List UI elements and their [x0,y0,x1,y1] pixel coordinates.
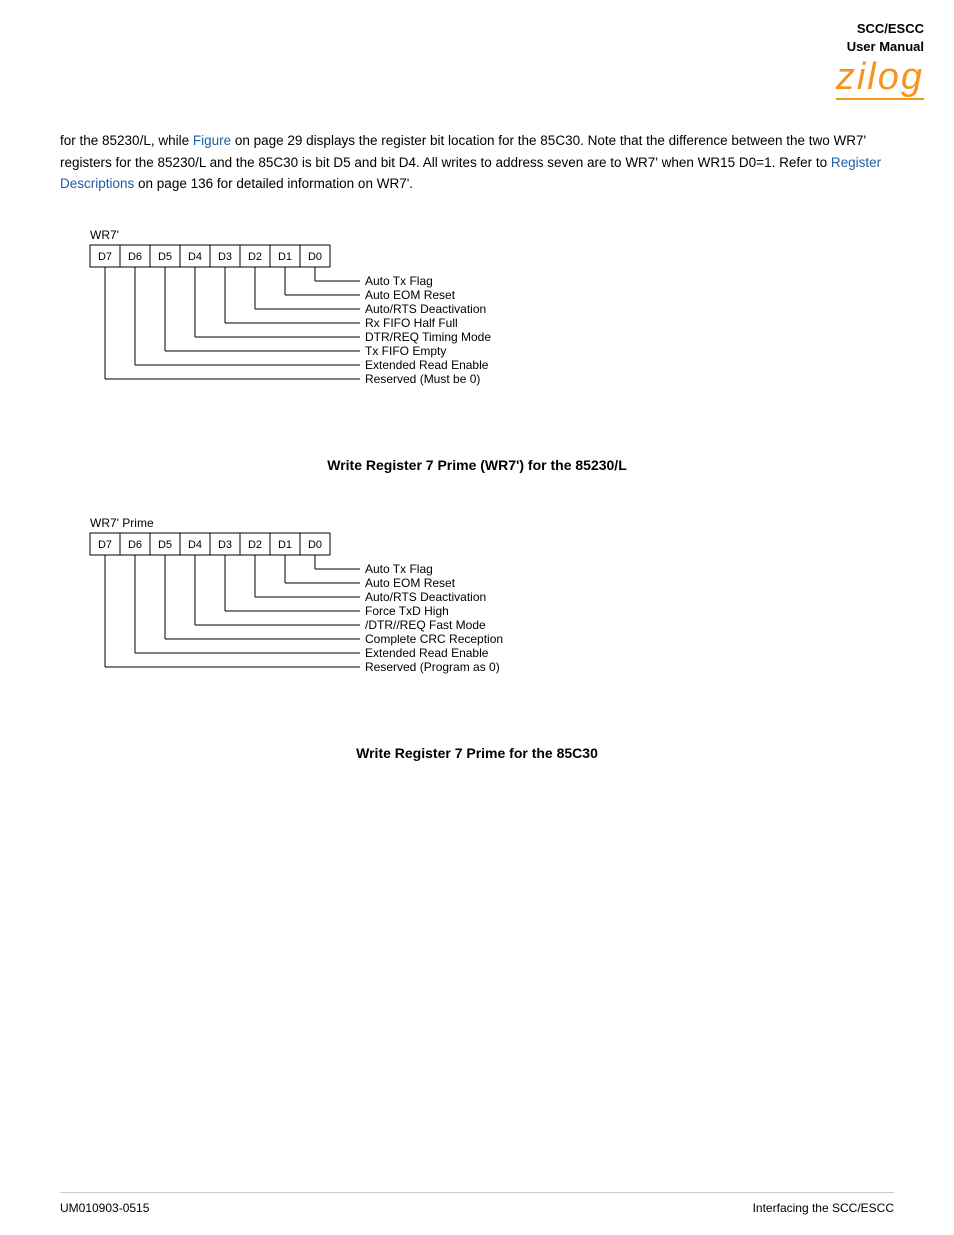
main-content: for the 85230/L, while Figure on page 29… [60,130,894,801]
svg-text:D3: D3 [218,539,232,551]
diagram2-caption: Write Register 7 Prime for the 85C30 [60,745,894,761]
svg-text:Auto EOM Reset: Auto EOM Reset [365,288,456,302]
diagram1-section: WR7' D7 D6 D5 D4 D3 [60,225,894,473]
page-header: SCC/ESCC User Manual zilog [836,20,924,100]
svg-text:Auto/RTS Deactivation: Auto/RTS Deactivation [365,302,486,316]
svg-text:Force TxD High: Force TxD High [365,604,449,618]
svg-text:D7: D7 [98,251,112,263]
svg-text:Auto EOM Reset: Auto EOM Reset [365,576,456,590]
svg-text:D6: D6 [128,251,142,263]
diagram1-wrapper: WR7' D7 D6 D5 D4 D3 [80,225,894,445]
manual-title: SCC/ESCC User Manual [836,20,924,56]
svg-text:WR7' Prime: WR7' Prime [90,516,154,530]
figure-link[interactable]: Figure [193,133,231,148]
svg-text:Complete CRC Reception: Complete CRC Reception [365,632,503,646]
svg-text:/DTR//REQ Fast Mode: /DTR//REQ Fast Mode [365,618,486,632]
svg-text:Auto/RTS Deactivation: Auto/RTS Deactivation [365,590,486,604]
svg-text:D1: D1 [278,251,292,263]
svg-text:Reserved (Program as 0): Reserved (Program as 0) [365,660,500,674]
svg-text:Auto Tx Flag: Auto Tx Flag [365,562,433,576]
diagram1-caption: Write Register 7 Prime (WR7') for the 85… [60,457,894,473]
zilog-logo: zilog [836,58,924,96]
svg-text:D2: D2 [248,539,262,551]
svg-text:Rx FIFO Half Full: Rx FIFO Half Full [365,316,458,330]
footer-left: UM010903-0515 [60,1201,149,1215]
diagram1-svg: WR7' D7 D6 D5 D4 D3 [80,225,660,435]
svg-text:D7: D7 [98,539,112,551]
svg-text:Tx FIFO Empty: Tx FIFO Empty [365,344,446,358]
header-divider [836,98,924,100]
svg-text:Extended Read Enable: Extended Read Enable [365,358,489,372]
page-footer: UM010903-0515 Interfacing the SCC/ESCC [60,1192,894,1215]
footer-right: Interfacing the SCC/ESCC [753,1201,894,1215]
svg-text:D1: D1 [278,539,292,551]
svg-text:D2: D2 [248,251,262,263]
svg-text:DTR/REQ Timing Mode: DTR/REQ Timing Mode [365,330,491,344]
diagram2-wrapper: WR7' Prime D7 D6 D5 D4 D3 D2 [80,513,894,733]
svg-text:D3: D3 [218,251,232,263]
svg-text:D6: D6 [128,539,142,551]
diagram2-section: WR7' Prime D7 D6 D5 D4 D3 D2 [60,513,894,761]
svg-text:D0: D0 [308,251,322,263]
svg-text:D4: D4 [188,251,202,263]
svg-text:D4: D4 [188,539,202,551]
svg-text:D0: D0 [308,539,322,551]
svg-text:WR7': WR7' [90,228,119,242]
intro-paragraph: for the 85230/L, while Figure on page 29… [60,130,894,195]
svg-text:D5: D5 [158,251,172,263]
register-desc-link[interactable]: Register Descriptions [60,155,881,192]
svg-text:Extended Read Enable: Extended Read Enable [365,646,489,660]
diagram2-svg: WR7' Prime D7 D6 D5 D4 D3 D2 [80,513,680,723]
svg-text:Auto Tx Flag: Auto Tx Flag [365,274,433,288]
svg-text:D5: D5 [158,539,172,551]
svg-text:Reserved (Must be 0): Reserved (Must be 0) [365,372,480,386]
